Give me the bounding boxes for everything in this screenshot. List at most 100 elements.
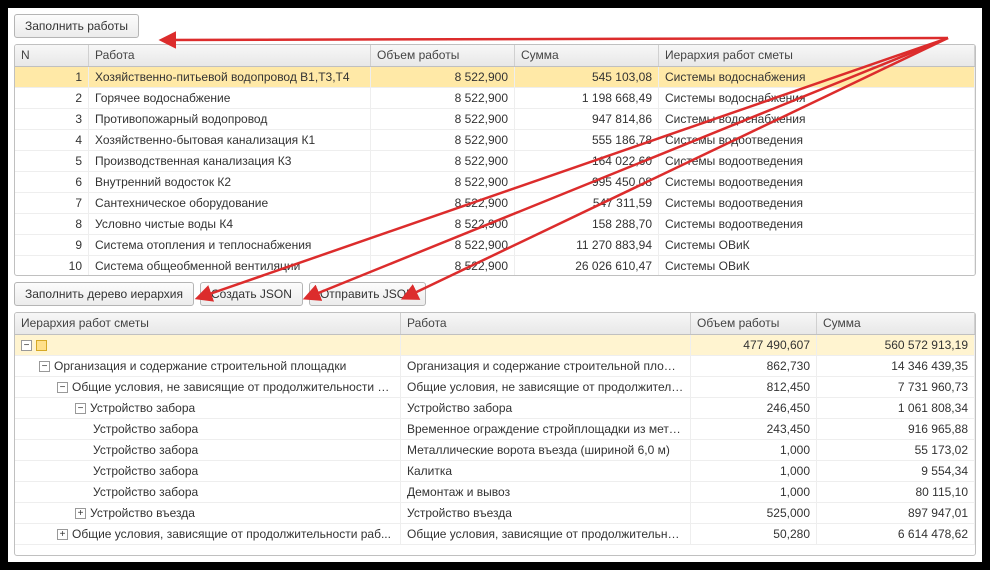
tree-row[interactable]: −Организация и содержание строительной п… bbox=[15, 356, 975, 377]
cell-n: 10 bbox=[15, 256, 89, 275]
cell-sum: 897 947,01 bbox=[817, 503, 975, 523]
tree-row[interactable]: Устройство забораДемонтаж и вывоз1,00080… bbox=[15, 482, 975, 503]
cell-sum: 1 198 668,49 bbox=[515, 88, 659, 108]
tree-toggle-icon[interactable]: − bbox=[75, 403, 86, 414]
toolbar-mid: Заполнить дерево иерархия Создать JSON О… bbox=[8, 282, 982, 312]
cell-work: Система отопления и теплоснабжения bbox=[89, 235, 371, 255]
cell-work: Производственная канализация К3 bbox=[89, 151, 371, 171]
cell-sum: 947 814,86 bbox=[515, 109, 659, 129]
cell-work: Сантехническое оборудование bbox=[89, 193, 371, 213]
cell-work: Условно чистые воды К4 bbox=[89, 214, 371, 234]
table-row[interactable]: 3Противопожарный водопровод8 522,900947 … bbox=[15, 109, 975, 130]
cell-hierarchy: +Устройство въезда bbox=[15, 503, 401, 523]
cell-volume: 8 522,900 bbox=[371, 256, 515, 275]
cell-work: Горячее водоснабжение bbox=[89, 88, 371, 108]
app-frame: Заполнить работы N Работа Объем работы С… bbox=[8, 8, 982, 562]
tree-toggle-icon[interactable]: + bbox=[75, 508, 86, 519]
cell-sum: 547 311,59 bbox=[515, 193, 659, 213]
cell-sum: 995 450,08 bbox=[515, 172, 659, 192]
tree-row[interactable]: −Общие условия, не зависящие от продолжи… bbox=[15, 377, 975, 398]
cell-sum: 158 288,70 bbox=[515, 214, 659, 234]
col-work2[interactable]: Работа bbox=[401, 313, 691, 334]
table-row[interactable]: 6Внутренний водосток К28 522,900995 450,… bbox=[15, 172, 975, 193]
works-grid: N Работа Объем работы Сумма Иерархия раб… bbox=[14, 44, 976, 276]
create-json-button[interactable]: Создать JSON bbox=[200, 282, 303, 306]
cell-hierarchy: Системы водоснабжения bbox=[659, 88, 975, 108]
cell-hierarchy: Системы ОВиК bbox=[659, 256, 975, 275]
cell-volume: 246,450 bbox=[691, 398, 817, 418]
cell-work: Демонтаж и вывоз bbox=[401, 482, 691, 502]
fill-tree-button[interactable]: Заполнить дерево иерархия bbox=[14, 282, 194, 306]
cell-sum: 9 554,34 bbox=[817, 461, 975, 481]
col-volume[interactable]: Объем работы bbox=[371, 45, 515, 66]
cell-n: 4 bbox=[15, 130, 89, 150]
cell-hierarchy: −Организация и содержание строительной п… bbox=[15, 356, 401, 376]
cell-sum: 6 614 478,62 bbox=[817, 524, 975, 544]
cell-volume: 50,280 bbox=[691, 524, 817, 544]
col-n[interactable]: N bbox=[15, 45, 89, 66]
tree-toggle-icon[interactable]: + bbox=[57, 529, 68, 540]
col-hierarchy[interactable]: Иерархия работ сметы bbox=[659, 45, 975, 66]
tree-toggle-icon[interactable]: − bbox=[39, 361, 50, 372]
table-row[interactable]: 9Система отопления и теплоснабжения8 522… bbox=[15, 235, 975, 256]
tree-row[interactable]: +Общие условия, зависящие от продолжител… bbox=[15, 524, 975, 545]
cell-sum: 26 026 610,47 bbox=[515, 256, 659, 275]
cell-sum: 164 022,60 bbox=[515, 151, 659, 171]
cell-sum: 80 115,10 bbox=[817, 482, 975, 502]
cell-work: Калитка bbox=[401, 461, 691, 481]
tree-row[interactable]: −Устройство забораУстройство забора246,4… bbox=[15, 398, 975, 419]
cell-volume: 862,730 bbox=[691, 356, 817, 376]
col-volume2[interactable]: Объем работы bbox=[691, 313, 817, 334]
hierarchy-body[interactable]: − 477 490,607560 572 913,19 −Организация и… bbox=[15, 335, 975, 555]
cell-sum: 560 572 913,19 bbox=[817, 335, 975, 355]
table-row[interactable]: 8Условно чистые воды К48 522,900158 288,… bbox=[15, 214, 975, 235]
cell-hierarchy: −Общие условия, не зависящие от продолжи… bbox=[15, 377, 401, 397]
cell-volume: 8 522,900 bbox=[371, 88, 515, 108]
cell-hierarchy: +Общие условия, зависящие от продолжител… bbox=[15, 524, 401, 544]
tree-toggle-icon[interactable]: − bbox=[21, 340, 32, 351]
cell-hierarchy: Системы водоотведения bbox=[659, 172, 975, 192]
col-sum2[interactable]: Сумма bbox=[817, 313, 975, 334]
col-hierarchy2[interactable]: Иерархия работ сметы bbox=[15, 313, 401, 334]
cell-work bbox=[401, 335, 691, 355]
send-json-button[interactable]: Отправить JSON bbox=[309, 282, 426, 306]
cell-work: Устройство въезда bbox=[401, 503, 691, 523]
fill-works-button[interactable]: Заполнить работы bbox=[14, 14, 139, 38]
table-row[interactable]: 7Сантехническое оборудование8 522,900547… bbox=[15, 193, 975, 214]
tree-row[interactable]: Устройство забораМеталлические ворота въ… bbox=[15, 440, 975, 461]
hierarchy-grid: Иерархия работ сметы Работа Объем работы… bbox=[14, 312, 976, 556]
cell-volume: 477 490,607 bbox=[691, 335, 817, 355]
cell-sum: 1 061 808,34 bbox=[817, 398, 975, 418]
table-row[interactable]: 5Производственная канализация К38 522,90… bbox=[15, 151, 975, 172]
cell-volume: 1,000 bbox=[691, 482, 817, 502]
col-sum[interactable]: Сумма bbox=[515, 45, 659, 66]
cell-n: 8 bbox=[15, 214, 89, 234]
cell-hierarchy: Системы водоотведения bbox=[659, 193, 975, 213]
tree-toggle-icon[interactable]: − bbox=[57, 382, 68, 393]
tree-row[interactable]: +Устройство въездаУстройство въезда525,0… bbox=[15, 503, 975, 524]
tree-row[interactable]: Устройство забораВременное ограждение ст… bbox=[15, 419, 975, 440]
tree-row[interactable]: Устройство забораКалитка1,0009 554,34 bbox=[15, 461, 975, 482]
cell-hierarchy: Системы водоснабжения bbox=[659, 67, 975, 87]
cell-hierarchy: Системы водоотведения bbox=[659, 151, 975, 171]
cell-sum: 11 270 883,94 bbox=[515, 235, 659, 255]
cell-volume: 1,000 bbox=[691, 440, 817, 460]
toolbar-top: Заполнить работы bbox=[8, 8, 982, 44]
cell-volume: 8 522,900 bbox=[371, 235, 515, 255]
cell-volume: 8 522,900 bbox=[371, 151, 515, 171]
cell-sum: 555 186,78 bbox=[515, 130, 659, 150]
cell-volume: 525,000 bbox=[691, 503, 817, 523]
cell-work: Система общеобменной вентиляции bbox=[89, 256, 371, 275]
cell-volume: 8 522,900 bbox=[371, 67, 515, 87]
works-body[interactable]: 1Хозяйственно-питьевой водопровод В1,Т3,… bbox=[15, 67, 975, 275]
cell-work: Внутренний водосток К2 bbox=[89, 172, 371, 192]
col-work[interactable]: Работа bbox=[89, 45, 371, 66]
cell-sum: 545 103,08 bbox=[515, 67, 659, 87]
table-row[interactable]: 1Хозяйственно-питьевой водопровод В1,Т3,… bbox=[15, 67, 975, 88]
cell-hierarchy: −Устройство забора bbox=[15, 398, 401, 418]
tree-row[interactable]: − 477 490,607560 572 913,19 bbox=[15, 335, 975, 356]
table-row[interactable]: 2Горячее водоснабжение8 522,9001 198 668… bbox=[15, 88, 975, 109]
table-row[interactable]: 10Система общеобменной вентиляции8 522,9… bbox=[15, 256, 975, 275]
table-row[interactable]: 4Хозяйственно-бытовая канализация К18 52… bbox=[15, 130, 975, 151]
cell-hierarchy: Системы водоотведения bbox=[659, 130, 975, 150]
